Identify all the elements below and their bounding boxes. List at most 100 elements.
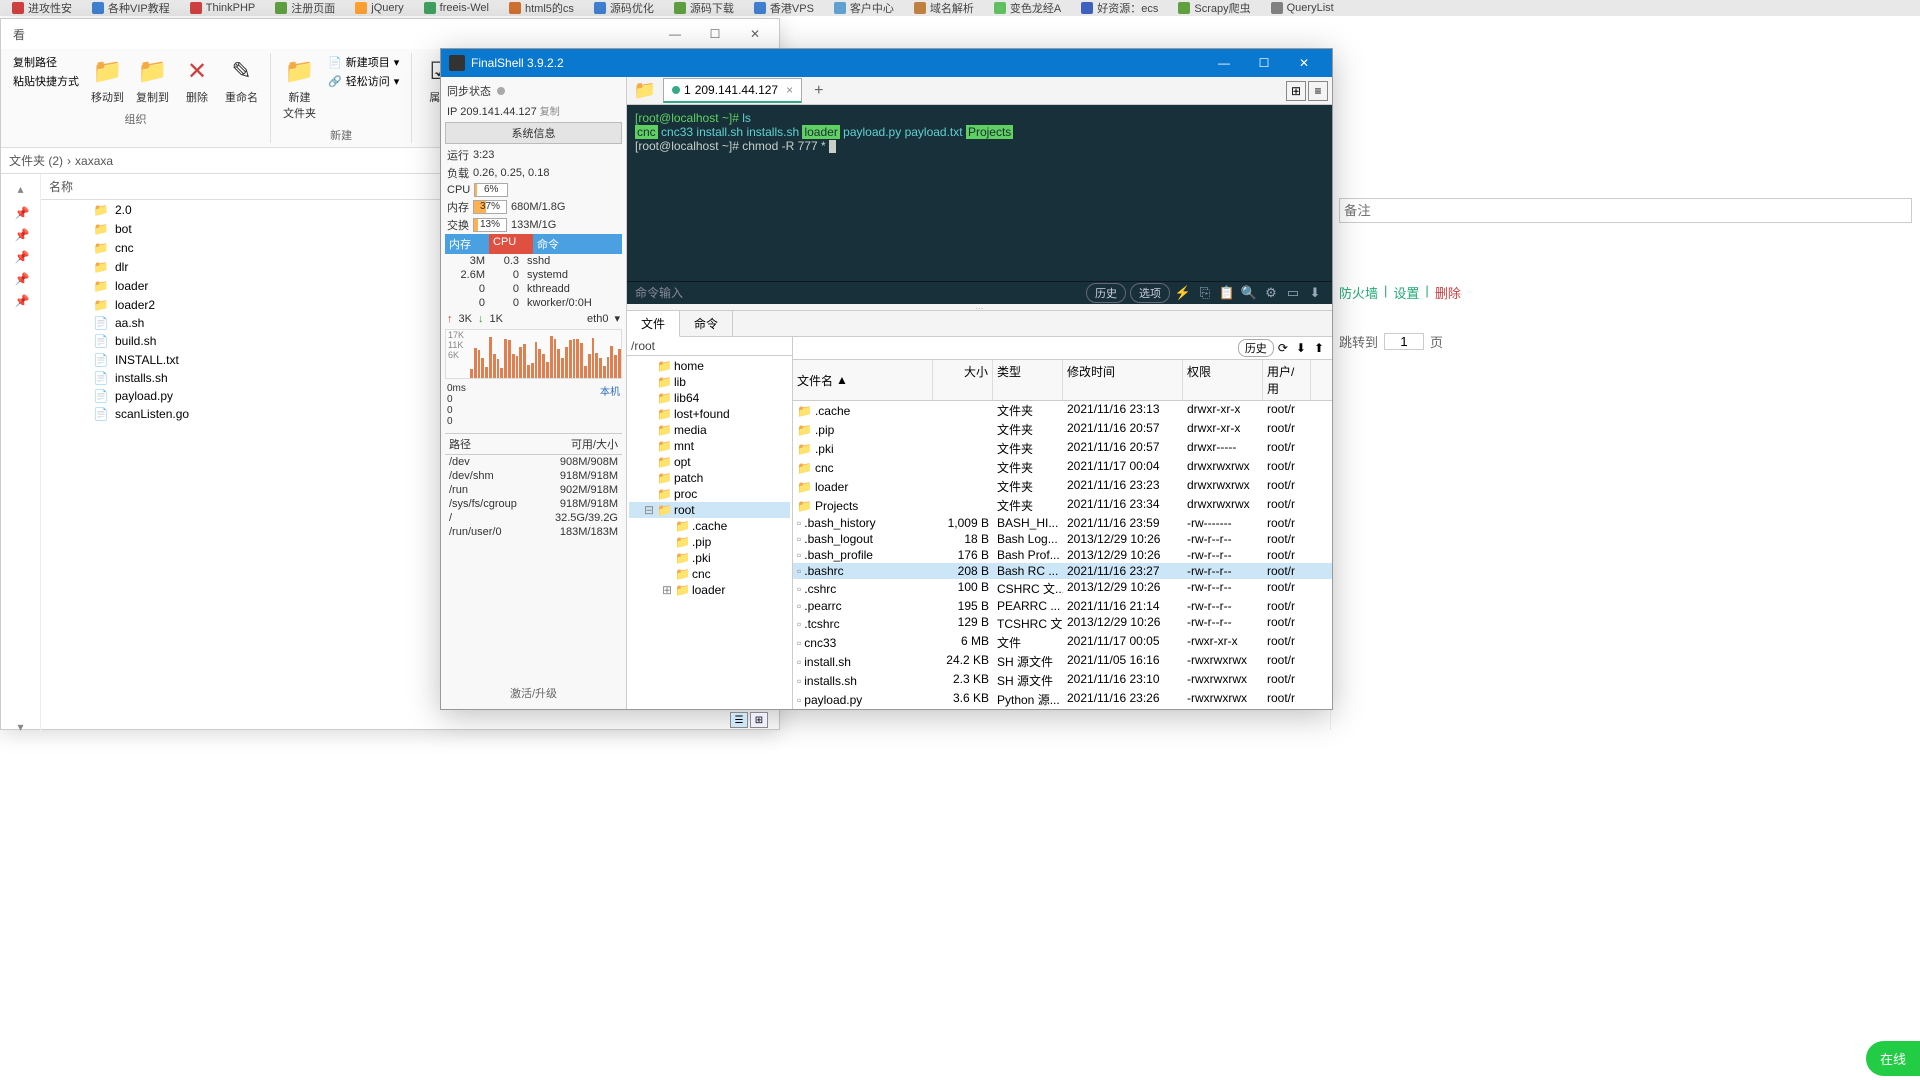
chevron-down-icon[interactable]: ▾ [614, 312, 620, 325]
remote-file-row[interactable]: ▫ payload.py3.6 KBPython 源...2021/11/16 … [793, 690, 1332, 709]
chevron-down-icon[interactable]: ▾ [17, 720, 23, 734]
online-badge[interactable]: 在线 [1866, 1041, 1920, 1076]
chevron-up-icon[interactable]: ▴ [17, 182, 23, 196]
history-button[interactable]: 历史 [1086, 283, 1126, 303]
browser-tab[interactable]: 源码优化 [586, 0, 662, 16]
remote-file-row[interactable]: 📁 cnc文件夹2021/11/17 00:04drwxrwxrwxroot/r [793, 458, 1332, 477]
sysinfo-header[interactable]: 系统信息 [445, 122, 622, 144]
upload-icon[interactable]: ⬆ [1314, 341, 1324, 355]
close-button[interactable]: ✕ [735, 22, 775, 46]
pin-icon[interactable]: 📌 [15, 250, 27, 262]
add-tab-button[interactable]: + [806, 78, 831, 104]
finalshell-titlebar[interactable]: FinalShell 3.9.2.2 — ☐ ✕ [441, 49, 1332, 77]
page-input[interactable] [1384, 333, 1424, 350]
gear-icon[interactable]: ⚙ [1262, 285, 1280, 301]
browser-tab[interactable]: 注册页面 [267, 0, 343, 16]
remote-file-row[interactable]: ▫ .bash_profile176 BBash Prof...2013/12/… [793, 547, 1332, 563]
tree-node[interactable]: 📁lib64 [629, 390, 790, 406]
delete-button[interactable]: ✕删除 [177, 53, 217, 107]
remote-file-row[interactable]: 📁 .pki文件夹2021/11/16 20:57drwxr-----root/… [793, 439, 1332, 458]
tree-node[interactable]: 📁patch [629, 470, 790, 486]
refresh-icon[interactable]: ⟳ [1278, 341, 1288, 355]
tree-node[interactable]: 📁.pki [629, 550, 790, 566]
disk-row[interactable]: /sys/fs/cgroup918M/918M [445, 497, 622, 511]
tree-node[interactable]: 📁proc [629, 486, 790, 502]
maximize-button[interactable]: ☐ [1244, 49, 1284, 77]
bolt-icon[interactable]: ⚡ [1174, 285, 1192, 301]
browser-tab[interactable]: ThinkPHP [182, 0, 264, 16]
list-view-icon[interactable]: ≡ [1308, 81, 1328, 101]
breadcrumb-root[interactable]: 文件夹 (2) [9, 152, 63, 169]
process-row[interactable]: 00kworker/0:0H [445, 296, 622, 310]
download-icon[interactable]: ⬇ [1306, 285, 1324, 301]
browser-tab[interactable]: jQuery [347, 0, 411, 16]
copy-icon[interactable]: ⎘ [1196, 285, 1214, 301]
expand-icon[interactable]: ▭ [1284, 285, 1302, 301]
disk-row[interactable]: /run/user/0183M/183M [445, 525, 622, 539]
process-row[interactable]: 2.6M0systemd [445, 268, 622, 282]
browser-tab[interactable]: Scrapy爬虫 [1170, 0, 1258, 16]
upgrade-link[interactable]: 激活/升级 [445, 681, 622, 705]
search-icon[interactable]: 🔍 [1240, 285, 1258, 301]
paste-icon[interactable]: 📋 [1218, 285, 1236, 301]
easy-access-button[interactable]: 🔗 轻松访问 ▾ [324, 72, 403, 90]
remote-file-row[interactable]: 📁 .cache文件夹2021/11/16 23:13drwxr-xr-xroo… [793, 401, 1332, 420]
settings-link[interactable]: 设置 [1393, 283, 1419, 302]
breadcrumb-folder[interactable]: xaxaxa [75, 154, 113, 168]
remote-file-row[interactable]: 📁 Projects文件夹2021/11/16 23:34drwxrwxrwxr… [793, 496, 1332, 515]
browser-tab[interactable]: html5的cs [501, 0, 582, 16]
tree-node[interactable]: 📁media [629, 422, 790, 438]
tree-node[interactable]: 📁cnc [629, 566, 790, 582]
browser-tab[interactable]: 客户中心 [826, 0, 902, 16]
browser-tab[interactable]: 好资源：ecs [1073, 0, 1166, 16]
tree-node[interactable]: 📁home [629, 358, 790, 374]
details-view-icon[interactable]: ☰ [730, 712, 748, 728]
current-path[interactable]: /root [631, 339, 788, 353]
remote-file-row[interactable]: ▫ .cshrc100 BCSHRC 文...2013/12/29 10:26-… [793, 579, 1332, 598]
remote-file-row[interactable]: ▫ .tcshrc129 BTCSHRC 文...2013/12/29 10:2… [793, 614, 1332, 633]
pin-icon[interactable]: 📌 [15, 206, 27, 218]
move-to-button[interactable]: 📁移动到 [87, 53, 128, 107]
rename-button[interactable]: ✎重命名 [221, 53, 262, 107]
disk-row[interactable]: /32.5G/39.2G [445, 511, 622, 525]
terminal[interactable]: [root@localhost ~]# ls cnc cnc33 install… [627, 105, 1332, 280]
remote-file-row[interactable]: ▫ .pearrc195 BPEARRC ...2021/11/16 21:14… [793, 598, 1332, 614]
process-row[interactable]: 3M0.3sshd [445, 254, 622, 268]
browser-tab[interactable]: 香港VPS [746, 0, 822, 16]
tree-node[interactable]: ⊟📁root [629, 502, 790, 518]
pin-icon[interactable]: 📌 [15, 272, 27, 284]
tree-node[interactable]: 📁.cache [629, 518, 790, 534]
browser-tab[interactable]: 各种VIP教程 [84, 0, 178, 16]
pin-icon[interactable]: 📌 [15, 294, 27, 306]
new-item-button[interactable]: 📄 新建项目 ▾ [324, 53, 403, 71]
folder-icon[interactable]: 📁 [631, 79, 659, 103]
new-folder-button[interactable]: 📁新建 文件夹 [279, 53, 320, 123]
paste-shortcut-button[interactable]: 粘贴快捷方式 [9, 72, 83, 90]
remote-file-row[interactable]: ▫ installs.sh2.3 KBSH 源文件2021/11/16 23:1… [793, 671, 1332, 690]
disk-row[interactable]: /run902M/918M [445, 483, 622, 497]
remote-file-row[interactable]: ▫ cnc336 MB文件2021/11/17 00:05-rwxr-xr-xr… [793, 633, 1332, 652]
connection-tab[interactable]: 1 209.141.44.127 × [663, 78, 802, 103]
file-table-headers[interactable]: 文件名 ▲ 大小 类型 修改时间 权限 用户/用 [793, 360, 1332, 401]
icon-view-icon[interactable]: ⊞ [750, 712, 768, 728]
remote-file-row[interactable]: ▫ install.sh24.2 KBSH 源文件2021/11/05 16:1… [793, 652, 1332, 671]
copy-ip-button[interactable]: 复制 [540, 107, 560, 118]
tree-node[interactable]: 📁opt [629, 454, 790, 470]
maximize-button[interactable]: ☐ [695, 22, 735, 46]
remote-file-row[interactable]: ▫ .bash_history1,009 BBASH_HI...2021/11/… [793, 515, 1332, 531]
grid-view-icon[interactable]: ⊞ [1286, 81, 1306, 101]
firewall-link[interactable]: 防火墙 [1339, 283, 1378, 302]
path-history-button[interactable]: 历史 [1238, 339, 1274, 357]
copy-to-button[interactable]: 📁复制到 [132, 53, 173, 107]
copy-path-button[interactable]: 复制路径 [9, 53, 83, 71]
disk-row[interactable]: /dev/shm918M/918M [445, 469, 622, 483]
disk-headers[interactable]: 路径 可用/大小 [445, 433, 622, 455]
remote-file-row[interactable]: ▫ .bashrc208 BBash RC ...2021/11/16 23:2… [793, 563, 1332, 579]
tree-node[interactable]: 📁.pip [629, 534, 790, 550]
tree-node[interactable]: 📁lost+found [629, 406, 790, 422]
browser-tab[interactable]: QueryList [1263, 0, 1342, 16]
remarks-input[interactable] [1339, 198, 1912, 223]
process-row[interactable]: 00kthreadd [445, 282, 622, 296]
commands-tab[interactable]: 命令 [680, 311, 733, 336]
remote-file-row[interactable]: 📁 loader文件夹2021/11/16 23:23drwxrwxrwxroo… [793, 477, 1332, 496]
